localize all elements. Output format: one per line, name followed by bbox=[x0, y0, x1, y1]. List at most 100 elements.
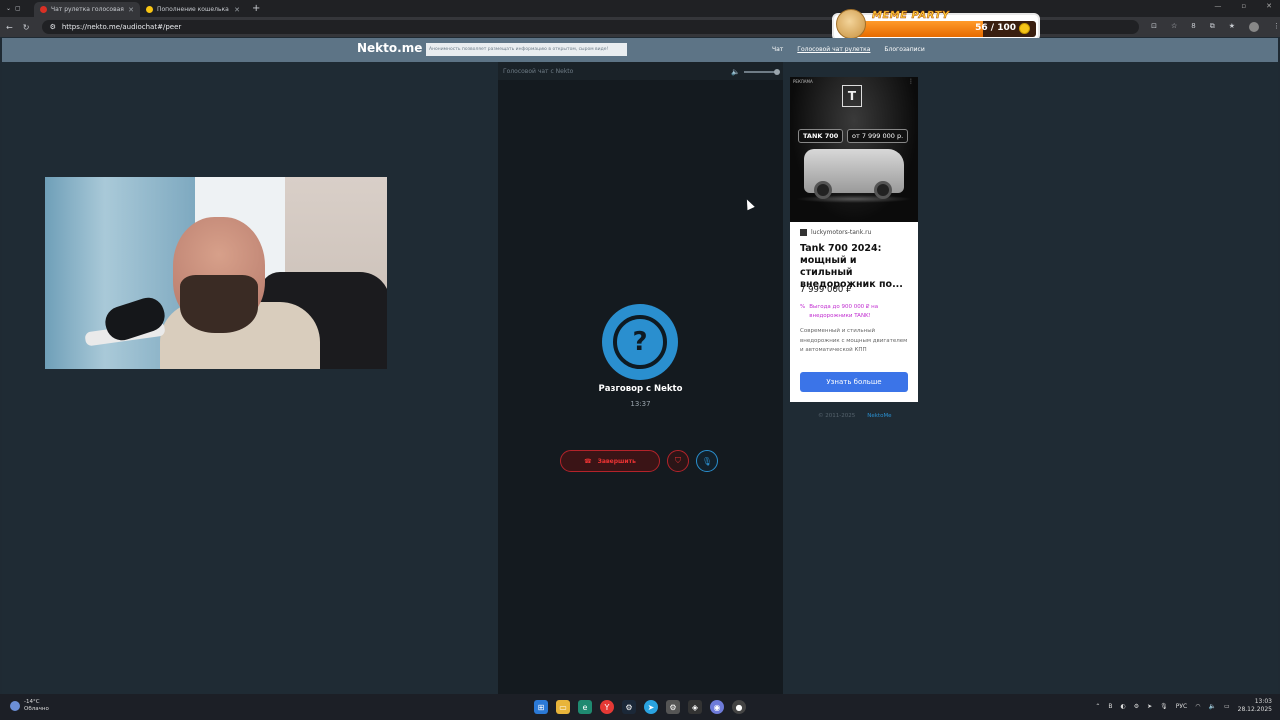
nav-voice-roulette[interactable]: Голосовой чат рулетка bbox=[797, 46, 870, 53]
settings-icon[interactable]: ⚙ bbox=[666, 700, 680, 714]
doge-icon bbox=[836, 9, 866, 39]
nekto-favicon-icon bbox=[40, 6, 47, 13]
weather-text: Облачно bbox=[24, 706, 49, 712]
tray-app-icon[interactable]: ◐ bbox=[1120, 703, 1125, 710]
site-logo[interactable]: Nekto.me bbox=[357, 41, 422, 55]
network-icon[interactable]: ◠ bbox=[1195, 703, 1200, 710]
workspace-icon[interactable]: ▢ bbox=[15, 5, 21, 12]
bookmark-star-icon[interactable]: ☆ bbox=[1171, 22, 1177, 32]
menu-icon[interactable]: ⋮ bbox=[1273, 22, 1280, 32]
tray-steam-icon[interactable]: ⚙ bbox=[1134, 703, 1139, 710]
browser-tabbar: ⌄ ▢ Чат рулетка голосовая — N ✕ Пополнен… bbox=[0, 0, 1280, 17]
tray-expand-icon[interactable]: ⌃ bbox=[1095, 703, 1100, 710]
taskbar-apps: ⊞ ▭ e Y ⚙ ➤ ⚙ ◈ ◉ ● bbox=[534, 700, 746, 714]
tab-title: Пополнение кошелька | Dragon bbox=[157, 6, 230, 13]
yandex-browser-icon[interactable]: Y bbox=[600, 700, 614, 714]
report-button[interactable]: ⛉ bbox=[667, 450, 689, 472]
coin-icon bbox=[1019, 23, 1030, 34]
tray-mic-icon[interactable]: 🎙 bbox=[1160, 703, 1168, 710]
window-controls: ⌄ ▢ bbox=[0, 5, 34, 12]
edge-icon[interactable]: e bbox=[578, 700, 592, 714]
car-image bbox=[804, 149, 904, 199]
ad-price: 7 999 000 ₽ bbox=[800, 285, 852, 295]
obs-icon[interactable]: ● bbox=[732, 700, 746, 714]
volume-control[interactable]: 🔈 bbox=[731, 68, 780, 76]
nav-blog[interactable]: Блогозаписи bbox=[884, 46, 924, 53]
reload-icon[interactable]: ↻ bbox=[23, 23, 30, 32]
system-tray: ⌃ B ◐ ⚙ ➤ 🎙 РУС ◠ 🔈 ▭ 13:03 28.12.2025 bbox=[1095, 698, 1272, 714]
meme-party-title: MEME PARTY bbox=[872, 10, 950, 22]
window-buttons: — ▫ ✕ bbox=[1214, 2, 1272, 10]
tray-letter[interactable]: B bbox=[1108, 703, 1112, 710]
call-timer: 13:37 bbox=[630, 400, 651, 408]
tab-nekto[interactable]: Чат рулетка голосовая — N ✕ bbox=[34, 2, 140, 17]
explorer-icon[interactable]: ▭ bbox=[556, 700, 570, 714]
close-window-icon[interactable]: ✕ bbox=[1266, 2, 1272, 10]
battery-icon[interactable]: ▭ bbox=[1224, 703, 1230, 710]
ad-menu-icon[interactable]: ⋮ bbox=[908, 78, 914, 85]
extensions-icon[interactable]: ⧉ bbox=[1210, 22, 1215, 32]
ad-title[interactable]: Tank 700 2024: мощный и стильный внедоро… bbox=[800, 243, 912, 291]
shield-icon: ⛉ bbox=[675, 456, 681, 465]
nav-chat[interactable]: Чат bbox=[772, 46, 783, 53]
footer-link[interactable]: NektoMe bbox=[867, 413, 891, 419]
discord-icon[interactable]: ◉ bbox=[710, 700, 724, 714]
new-tab-icon[interactable]: + bbox=[252, 3, 260, 14]
maximize-icon[interactable]: ▫ bbox=[1241, 2, 1246, 10]
ad-promo: % Выгода до 900 000 ₽ на внедорожники TA… bbox=[800, 304, 879, 319]
volume-knob[interactable] bbox=[774, 69, 780, 75]
address-bar-row: ← ↻ ⚙ https://nekto.me/audiochat#/peer ⊡… bbox=[0, 17, 1280, 37]
media-app-icon[interactable]: ◈ bbox=[688, 700, 702, 714]
phone-hangup-icon: ☎ bbox=[584, 457, 592, 465]
extension-badge[interactable]: 8 bbox=[1191, 22, 1195, 32]
tab-menu-icon[interactable]: ⌄ bbox=[6, 5, 11, 12]
site-info-icon[interactable]: ⚙ bbox=[50, 23, 56, 31]
ad-description: Современный и стильный внедорожник с мощ… bbox=[800, 328, 908, 353]
profile-avatar[interactable] bbox=[1249, 22, 1259, 32]
ad-cta-button[interactable]: Узнать больше bbox=[800, 372, 908, 392]
chat-header: Голосовой чат с Nekto 🔈 bbox=[498, 62, 783, 80]
url-text: https://nekto.me/audiochat#/peer bbox=[61, 23, 182, 31]
tray-telegram-icon[interactable]: ➤ bbox=[1147, 703, 1152, 710]
copyright: © 2011-2025 bbox=[818, 413, 856, 419]
end-call-label: Завершить bbox=[597, 457, 636, 465]
voice-chat-panel: Голосовой чат с Nekto 🔈 ? Разговор с Nek… bbox=[498, 62, 783, 694]
weather-widget[interactable]: -14°C Облачно bbox=[10, 699, 49, 713]
close-tab-icon[interactable]: ✕ bbox=[128, 6, 134, 14]
start-icon[interactable]: ⊞ bbox=[534, 700, 548, 714]
steam-icon[interactable]: ⚙ bbox=[622, 700, 636, 714]
chat-header-title: Голосовой чат с Nekto bbox=[503, 67, 574, 75]
telegram-icon[interactable]: ➤ bbox=[644, 700, 658, 714]
top-nav: Чат Голосовой чат рулетка Блогозаписи bbox=[772, 46, 925, 53]
tab-title: Чат рулетка голосовая — N bbox=[51, 6, 124, 13]
volume-tray-icon[interactable]: 🔈 bbox=[1208, 703, 1215, 710]
volume-slider[interactable] bbox=[744, 69, 780, 75]
back-icon[interactable]: ← bbox=[6, 23, 13, 32]
nav-buttons: ← ↻ bbox=[0, 23, 42, 32]
tank-logo-icon: T bbox=[842, 85, 862, 107]
tab-dragon[interactable]: Пополнение кошелька | Dragon ✕ bbox=[140, 2, 246, 17]
minimize-icon[interactable]: — bbox=[1214, 2, 1221, 10]
ad-image: РЕКЛАМА ⋮ T TANK 700 от 7 999 000 р. bbox=[790, 77, 918, 222]
clock[interactable]: 13:03 28.12.2025 bbox=[1238, 698, 1272, 714]
install-icon[interactable]: ⊡ bbox=[1151, 22, 1157, 32]
clock-time: 13:03 bbox=[1254, 698, 1272, 705]
speaker-icon[interactable]: 🔈 bbox=[731, 68, 740, 76]
weather-icon bbox=[10, 701, 20, 711]
mute-button[interactable]: 🎙 bbox=[696, 450, 718, 472]
language-indicator[interactable]: РУС bbox=[1176, 703, 1187, 710]
close-tab-icon[interactable]: ✕ bbox=[234, 6, 240, 14]
end-call-button[interactable]: ☎ Завершить bbox=[560, 450, 660, 472]
meme-party-widget: MEME PARTY 56 / 100 bbox=[832, 9, 1040, 41]
ad-banner[interactable]: РЕКЛАМА ⋮ T TANK 700 от 7 999 000 р. luc… bbox=[790, 77, 918, 402]
favorites-icon[interactable]: ★ bbox=[1229, 22, 1235, 32]
weather-temp: -14°C bbox=[24, 699, 40, 705]
ad-model-badge: TANK 700 bbox=[798, 129, 844, 143]
percent-icon: % bbox=[800, 304, 806, 310]
site-notice: Анонимность позволяет размещать информац… bbox=[426, 43, 627, 56]
peer-name: Разговор с Nekto bbox=[598, 384, 683, 394]
microphone-icon: 🎙 bbox=[701, 456, 713, 466]
peer-avatar: ? bbox=[602, 304, 678, 380]
ad-price-badge: от 7 999 000 р. bbox=[847, 129, 909, 143]
clock-date: 28.12.2025 bbox=[1237, 706, 1272, 713]
